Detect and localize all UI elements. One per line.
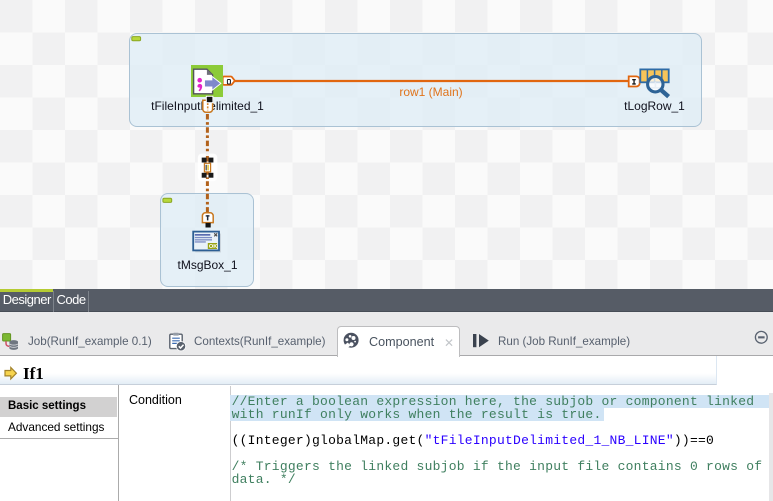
svg-text:OK: OK bbox=[209, 244, 217, 250]
